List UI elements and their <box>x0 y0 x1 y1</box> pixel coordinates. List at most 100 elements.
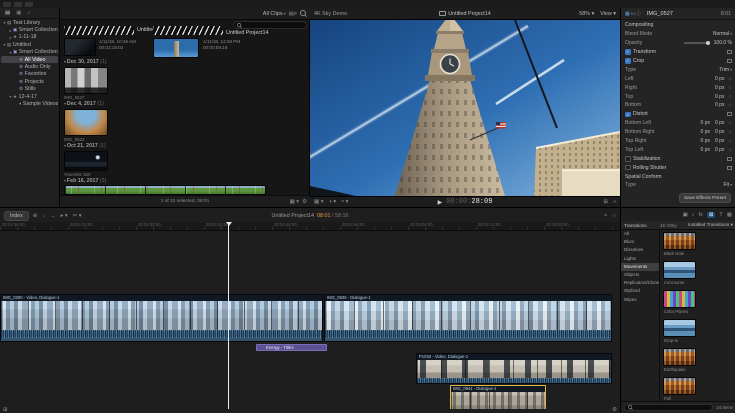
mask-icon[interactable] <box>727 59 732 63</box>
search-icon[interactable] <box>300 10 307 17</box>
sidebar-item[interactable]: ⚙ Audio Only <box>1 63 58 70</box>
transition-thumbnail[interactable] <box>663 348 696 366</box>
param-value-y[interactable]: 0 px <box>715 138 724 144</box>
photos-icon[interactable]: ▣ <box>683 212 688 218</box>
inspector-row[interactable]: Transform <box>621 48 735 57</box>
generators-icon[interactable]: ▦ <box>727 212 732 218</box>
trim-icon[interactable]: ✂ ▾ <box>73 213 82 219</box>
transition-thumbnail[interactable] <box>663 319 696 337</box>
filter-label[interactable]: 4K Only <box>660 223 677 228</box>
param-value[interactable]: Normal <box>713 31 732 37</box>
keyframe-icon[interactable] <box>728 120 732 126</box>
playhead[interactable] <box>225 222 232 409</box>
inspector-row[interactable]: Stabilization <box>621 154 735 163</box>
project-name[interactable]: Untitled Project14 <box>226 30 269 36</box>
import-media-button[interactable] <box>25 1 33 7</box>
event-viewer-toggle-button[interactable] <box>14 1 22 7</box>
transition-thumbnail[interactable] <box>663 232 696 250</box>
transition-thumbnail[interactable] <box>663 261 696 279</box>
keyframe-icon[interactable] <box>728 102 732 108</box>
clip-thumbnail[interactable] <box>64 151 108 171</box>
keyframe-icon[interactable] <box>728 76 732 82</box>
inspector-row[interactable]: Rolling Shutter <box>621 163 735 172</box>
transition-thumbnail[interactable] <box>663 377 696 395</box>
transition-item[interactable]: Earthquake <box>663 348 699 372</box>
clip-filter-popup[interactable]: All Clips▾ <box>263 11 286 17</box>
inspector-row[interactable]: Top Right 0 px 0 px <box>621 137 735 146</box>
settings-icon[interactable]: ⚙ <box>612 407 617 413</box>
timeline-clip-selected[interactable]: IMG_0941 - Dialogue-1 <box>450 385 546 409</box>
param-value[interactable]: 0 px <box>701 129 710 135</box>
category-item[interactable]: Wipes <box>621 296 659 304</box>
inspector-row[interactable]: Crop <box>621 57 735 66</box>
skimming-icon[interactable]: ≈ <box>604 213 607 219</box>
insert-icon[interactable]: ↓ <box>42 213 45 219</box>
clip-filmstrip[interactable] <box>64 185 266 195</box>
title-clip[interactable]: Energy - Titles <box>256 344 327 351</box>
zoom-fit-icon[interactable]: ⊞ <box>3 407 8 413</box>
keyframe-icon[interactable] <box>728 85 732 91</box>
inspector-row[interactable]: Bottom Left 0 px 0 px <box>621 119 735 128</box>
category-item[interactable]: Stylized <box>621 287 659 295</box>
clip-thumbnail[interactable] <box>64 67 108 94</box>
transitions-search-field[interactable] <box>624 404 714 411</box>
sidebar-item[interactable]: ▸ ★ 1-11-18 <box>1 34 58 41</box>
inspector-row[interactable]: Blend Mode Normal <box>621 30 735 39</box>
inspector-row[interactable]: Type Fit <box>621 181 735 190</box>
transition-item[interactable]: Drop-In <box>663 319 699 343</box>
param-value[interactable]: 0 px <box>701 138 710 144</box>
inspector-row[interactable]: Top Left 0 px 0 px <box>621 145 735 154</box>
overlays-icon[interactable]: ≈ ▾ <box>341 199 348 205</box>
settings-icon[interactable]: ⚙ <box>302 199 307 205</box>
sidebar-item[interactable]: ▾ ▤ Test Library <box>1 19 58 26</box>
enable-checkbox[interactable] <box>625 156 631 162</box>
category-item[interactable]: Blurs <box>621 238 659 246</box>
inspector-row[interactable]: Spatial Conform <box>621 172 735 181</box>
transition-item[interactable]: Black Hole <box>663 232 699 256</box>
list-view-icon[interactable]: ≡ <box>294 11 297 17</box>
project-thumbnail[interactable] <box>153 38 199 58</box>
viewer-image[interactable] <box>310 20 620 196</box>
enable-checkbox[interactable] <box>625 49 631 55</box>
timeline-ruler[interactable]: 00:04:16:00 00:04:24:00 00:04:32:00 00:04:4… <box>0 222 620 231</box>
sidebar-item[interactable]: ⚙ All Video <box>1 55 58 64</box>
category-item[interactable]: Lights <box>621 255 659 263</box>
save-effects-preset-button[interactable]: Save Effects Preset <box>678 193 731 203</box>
transition-item[interactable]: Fall <box>663 377 699 401</box>
index-button[interactable]: Index <box>4 210 29 221</box>
param-value[interactable]: 0 px <box>715 76 724 82</box>
inspector-row[interactable]: Type Trim <box>621 65 735 74</box>
inspector-row[interactable]: Left 0 px <box>621 74 735 83</box>
group-header[interactable]: ▾Dec 4, 2017 (1) <box>64 101 104 107</box>
timeline-clip[interactable]: IMG_0936 - Dialogue-1 <box>324 294 612 342</box>
clip-thumbnail[interactable] <box>64 109 108 136</box>
timeline-clip[interactable]: IMG_0290 - Video, Dialogue-1 <box>0 294 323 342</box>
transition-item[interactable]: Concourse <box>663 261 699 285</box>
mask-icon[interactable] <box>727 165 732 170</box>
music-icon[interactable]: ♪ <box>692 212 695 218</box>
photos-tab-icon[interactable]: ▣ <box>16 10 21 16</box>
installed-transitions-popup[interactable]: Installed Transitions ▾ <box>688 222 735 228</box>
inspector-row[interactable]: Bottom Right 0 px 0 px <box>621 128 735 137</box>
sidebar-item[interactable]: ▾ ▤ Untitled <box>1 41 58 48</box>
param-value[interactable]: 100.0 % <box>714 40 732 46</box>
param-value-y[interactable]: 0 px <box>715 120 724 126</box>
transition-thumbnail[interactable] <box>663 290 696 308</box>
clip-appearance-icon[interactable]: ▦ ▾ <box>290 199 300 205</box>
param-value[interactable]: 0 px <box>715 85 724 91</box>
music-tab-icon[interactable]: ♪ <box>27 10 30 16</box>
timeline-clip[interactable]: P1033 - Video, Dialogue-1 <box>416 353 612 384</box>
connect-icon[interactable]: ⊕ <box>33 213 38 219</box>
sidebar-item[interactable]: ⚙ Stills <box>1 86 58 93</box>
effects-icon[interactable]: fx <box>699 212 703 218</box>
keyframe-icon[interactable] <box>728 94 732 100</box>
enable-checkbox[interactable] <box>625 58 631 64</box>
category-item[interactable]: All <box>621 230 659 238</box>
param-value[interactable]: Fit <box>723 182 732 188</box>
category-item[interactable]: Replicators/Clones <box>621 279 659 287</box>
clip-appearance-icon[interactable]: ▦ ▾ <box>314 199 324 205</box>
project-thumbnail[interactable] <box>64 38 96 56</box>
play-button[interactable]: ▶ <box>438 199 443 206</box>
enable-checkbox[interactable] <box>625 111 631 118</box>
inspector-row[interactable]: Compositing <box>621 21 735 30</box>
